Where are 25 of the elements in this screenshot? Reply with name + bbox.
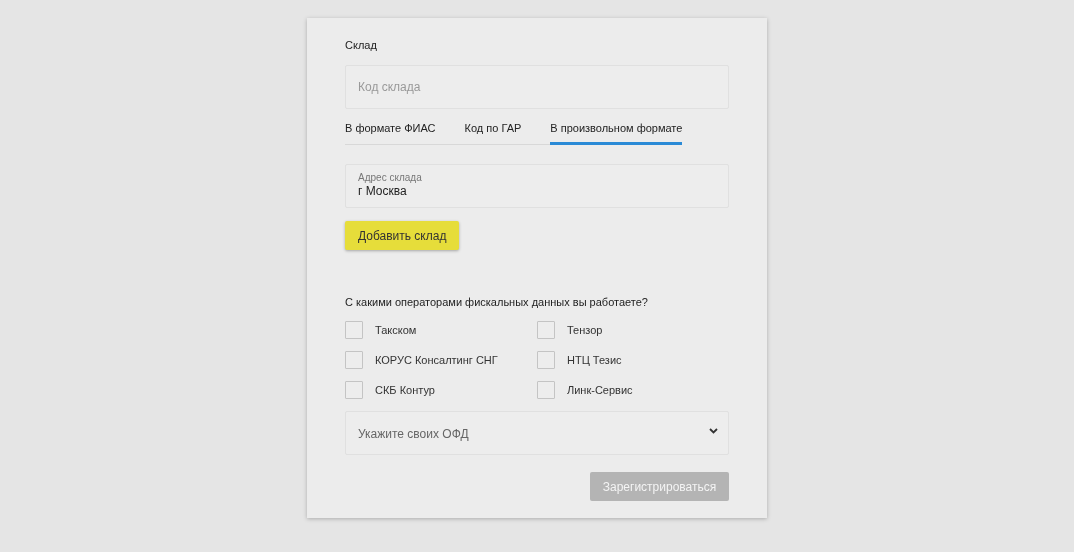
- checkbox[interactable]: [537, 321, 555, 339]
- chevron-down-icon: [709, 428, 718, 434]
- checkbox[interactable]: [537, 351, 555, 369]
- select-placeholder: Укажите своих ОФД: [358, 426, 469, 443]
- checkbox[interactable]: [345, 321, 363, 339]
- checkbox-label: СКБ Контур: [375, 382, 435, 398]
- checkbox-label: Линк-Сервис: [567, 382, 633, 398]
- input-field[interactable]: Код склада: [345, 65, 729, 109]
- checkbox-label: Тензор: [567, 322, 603, 338]
- checkbox[interactable]: [537, 381, 555, 399]
- tab[interactable]: В формате ФИАС: [345, 121, 436, 145]
- checkbox-label: КОРУС Консалтинг СНГ: [375, 352, 498, 368]
- tab[interactable]: В произвольном формате: [550, 121, 683, 145]
- select-field[interactable]: Укажите своих ОФД: [345, 411, 729, 455]
- input-field[interactable]: Адрес склада г Москва: [345, 164, 729, 208]
- add-warehouse-button[interactable]: Добавить склад: [345, 221, 460, 250]
- tab[interactable]: Код по ГАР: [464, 121, 522, 145]
- checkbox-label: НТЦ Тезис: [567, 352, 622, 368]
- checkbox-label: Такском: [375, 322, 417, 338]
- field-label: Адрес склада: [358, 172, 422, 184]
- checkbox[interactable]: [345, 381, 363, 399]
- field-value: г Москва: [358, 184, 407, 199]
- checkbox[interactable]: [345, 351, 363, 369]
- question-text: С какими операторами фискальных данных вы работаете?: [345, 295, 648, 309]
- field-label: Склад: [345, 38, 378, 52]
